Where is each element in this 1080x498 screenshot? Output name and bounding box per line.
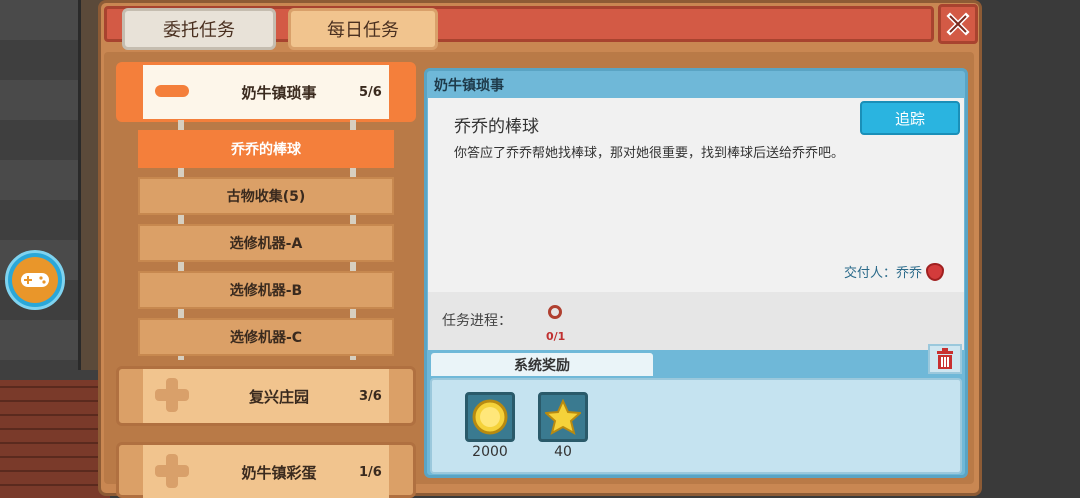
location-pin-icon: [926, 262, 945, 281]
giver-label: 交付人：乔乔: [844, 266, 923, 281]
delete-button[interactable]: [928, 344, 962, 374]
subtask-item[interactable]: 选修机器-B: [138, 271, 394, 309]
category-title: 奶牛镇琐事: [241, 83, 317, 102]
collapse-icon: [155, 85, 189, 97]
category-title: 奶牛镇彩蛋: [241, 463, 317, 482]
quest-giver: 交付人：乔乔: [844, 262, 945, 281]
category-cow-town-chores[interactable]: 奶牛镇琐事 5/6: [116, 62, 416, 122]
category-count: 3/6: [359, 388, 382, 404]
category-count: 5/6: [359, 84, 382, 100]
background-brick-wall: [0, 380, 110, 498]
gamepad-button[interactable]: [5, 250, 65, 310]
reward-value: 40: [554, 444, 572, 460]
subtask-item[interactable]: 古物收集(5): [138, 177, 394, 215]
subtask-item[interactable]: 选修机器-A: [138, 224, 394, 262]
category-title: 复兴庄园: [248, 387, 309, 406]
subtask-item[interactable]: 乔乔的棒球: [138, 130, 394, 168]
reward-slot[interactable]: [465, 392, 515, 442]
close-icon: [946, 12, 970, 36]
category-count: 1/6: [359, 464, 382, 480]
coin-icon: [472, 399, 508, 435]
category-revive-manor[interactable]: 复兴庄园 3/6: [116, 366, 416, 426]
progress-label: 任务进程：: [442, 313, 512, 329]
quest-description: 你答应了乔乔帮她找棒球，那对她很重要，找到棒球后送给乔乔吧。: [454, 146, 845, 161]
baseball-icon: [548, 305, 562, 319]
tab-system-rewards[interactable]: 系统奖励: [428, 350, 656, 376]
trash-icon: [937, 348, 953, 369]
quest-title: 乔乔的棒球: [454, 117, 539, 137]
tab-daily[interactable]: 每日任务: [288, 8, 438, 50]
progress-value: 0/1: [546, 330, 566, 343]
subtask-item[interactable]: 选修机器-C: [138, 318, 394, 356]
reward-slot[interactable]: [538, 392, 588, 442]
reward-value: 2000: [472, 444, 508, 460]
category-easter-eggs[interactable]: 奶牛镇彩蛋 1/6: [116, 442, 416, 498]
detail-header: 奶牛镇琐事: [434, 78, 504, 94]
gamepad-icon: [12, 257, 58, 303]
tab-commission[interactable]: 委托任务: [122, 8, 276, 50]
star-icon: [545, 399, 581, 435]
close-button[interactable]: [938, 4, 978, 44]
track-button[interactable]: 追踪: [860, 101, 960, 135]
